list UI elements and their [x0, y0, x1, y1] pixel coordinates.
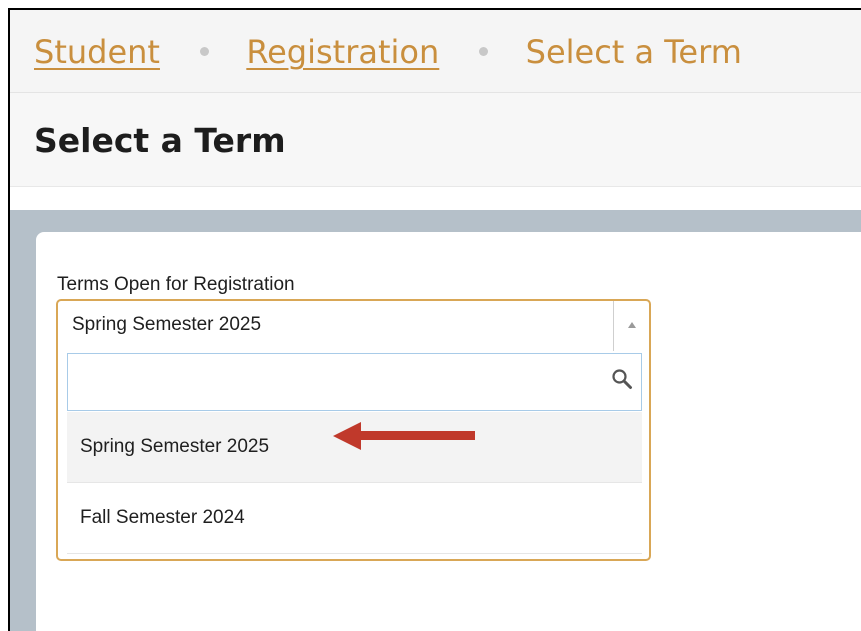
search-icon [612, 369, 632, 389]
terms-field-label: Terms Open for Registration [57, 274, 295, 295]
term-option-fall-2024[interactable]: Fall Semester 2024 [67, 483, 642, 554]
term-select-value[interactable]: Spring Semester 2025 [72, 313, 261, 337]
left-arrow-icon [333, 422, 475, 450]
breadcrumb-separator-dot [479, 46, 489, 56]
breadcrumb-link-registration[interactable]: Registration [246, 33, 439, 71]
page-header: Select a Term [10, 93, 861, 187]
term-search-input[interactable] [67, 353, 642, 411]
app-frame: Student Registration Select a Term Selec… [8, 8, 861, 631]
breadcrumb: Student Registration Select a Term [34, 32, 742, 72]
caret-up-icon [628, 322, 636, 328]
breadcrumb-bar: Student Registration Select a Term [10, 10, 861, 93]
breadcrumb-link-student[interactable]: Student [34, 33, 160, 71]
page-title: Select a Term [34, 121, 286, 160]
breadcrumb-current-page: Select a Term [525, 33, 742, 71]
breadcrumb-separator-dot [200, 46, 210, 56]
dropdown-toggle-button[interactable] [613, 301, 651, 351]
